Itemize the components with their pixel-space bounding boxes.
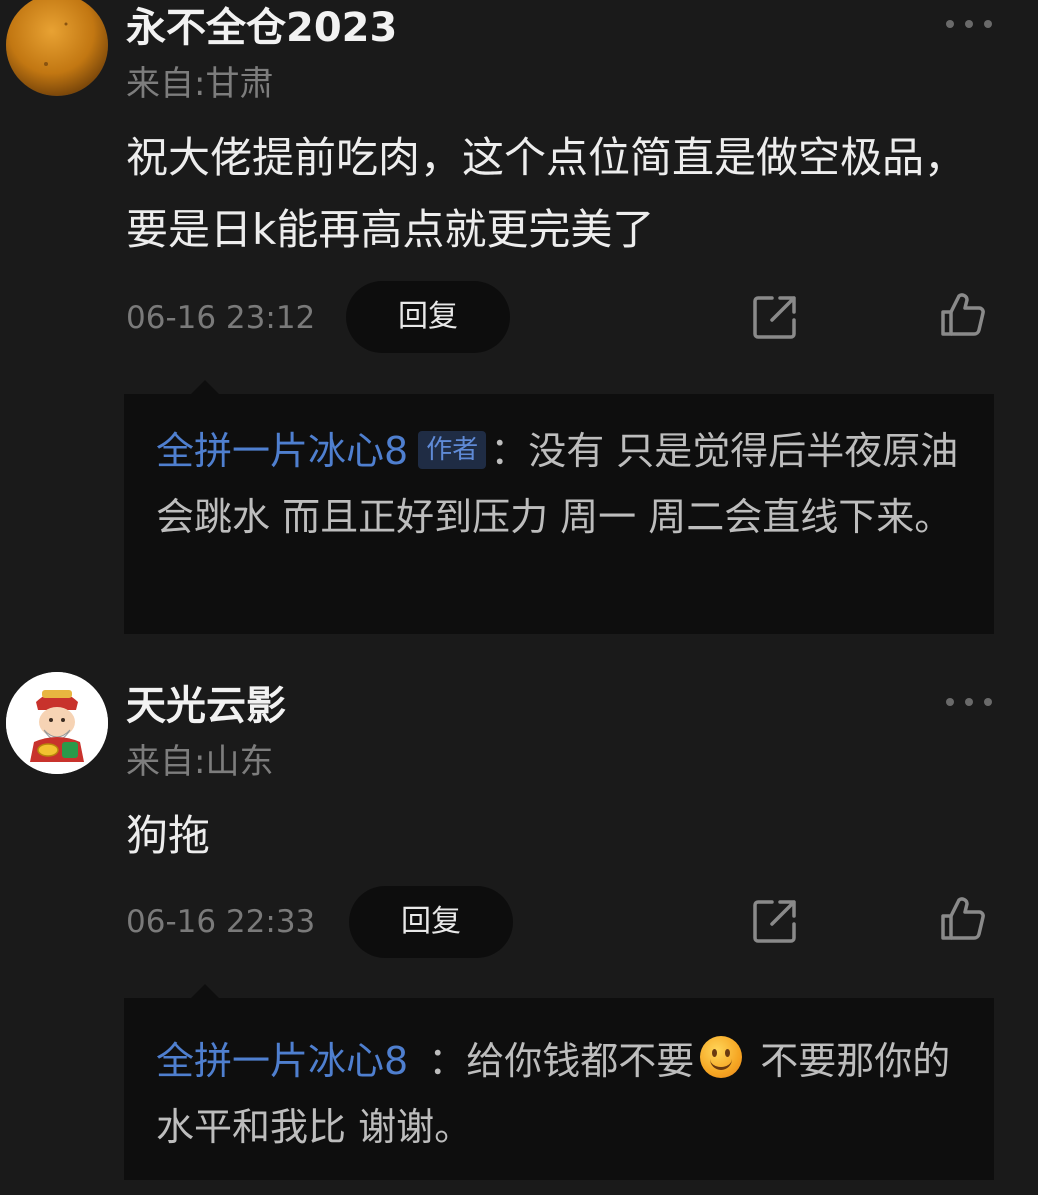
reply-separator: ： bbox=[428, 1039, 467, 1083]
reply-body: 给你钱都不要 bbox=[466, 1039, 695, 1083]
reply-box[interactable]: 全拼一片冰心8 作者 ：没有 只是觉得后半夜原油会跳水 而且正好到压力 周一 周二会… bbox=[124, 394, 994, 634]
reply-author-link[interactable]: 全拼一片冰心8 bbox=[156, 1039, 408, 1083]
more-options-icon[interactable] bbox=[946, 18, 992, 30]
comment-timestamp: 06-16 23:12 bbox=[126, 300, 316, 336]
reply-separator: ： bbox=[490, 429, 529, 473]
username[interactable]: 天光云影 bbox=[126, 682, 286, 730]
reply-text: 全拼一片冰心8 作者 ：没有 只是觉得后半夜原油会跳水 而且正好到压力 周一 周二会… bbox=[156, 418, 964, 550]
user-avatar[interactable] bbox=[6, 0, 108, 96]
reply-text: 全拼一片冰心8 ：给你钱都不要 不要那你的水平和我比 谢谢。 bbox=[156, 1028, 964, 1160]
user-avatar[interactable] bbox=[6, 672, 108, 774]
reply-button[interactable]: 回复 bbox=[346, 281, 510, 353]
comment-content: 狗拖 bbox=[126, 811, 211, 860]
share-icon[interactable] bbox=[752, 294, 798, 340]
fortune-god-avatar-icon bbox=[6, 672, 108, 774]
like-icon[interactable] bbox=[940, 896, 986, 942]
like-icon[interactable] bbox=[940, 292, 986, 338]
comment-content: 祝大佬提前吃肉，这个点位简直是做空极品，要是日k能再高点就更完美了 bbox=[126, 133, 967, 254]
user-location: 来自:山东 bbox=[126, 742, 274, 782]
reply-box-caret bbox=[190, 380, 220, 395]
orange-avatar-icon bbox=[6, 0, 108, 96]
reply-button[interactable]: 回复 bbox=[349, 886, 513, 958]
share-icon[interactable] bbox=[752, 898, 798, 944]
author-badge: 作者 bbox=[418, 431, 487, 469]
comment-item: 永不全仓2023 来自:甘肃 祝大佬提前吃肉，这个点位简直是做空极品，要是日k能… bbox=[0, 0, 1038, 640]
smile-emoji-icon bbox=[700, 1036, 743, 1078]
reply-box[interactable]: 全拼一片冰心8 ：给你钱都不要 不要那你的水平和我比 谢谢。 bbox=[124, 998, 994, 1180]
more-options-icon[interactable] bbox=[946, 696, 992, 708]
comment-timestamp: 06-16 22:33 bbox=[126, 904, 316, 940]
reply-box-caret bbox=[190, 984, 220, 999]
user-location: 来自:甘肃 bbox=[126, 64, 274, 104]
username[interactable]: 永不全仓2023 bbox=[126, 4, 397, 52]
reply-author-link[interactable]: 全拼一片冰心8 bbox=[156, 429, 408, 473]
